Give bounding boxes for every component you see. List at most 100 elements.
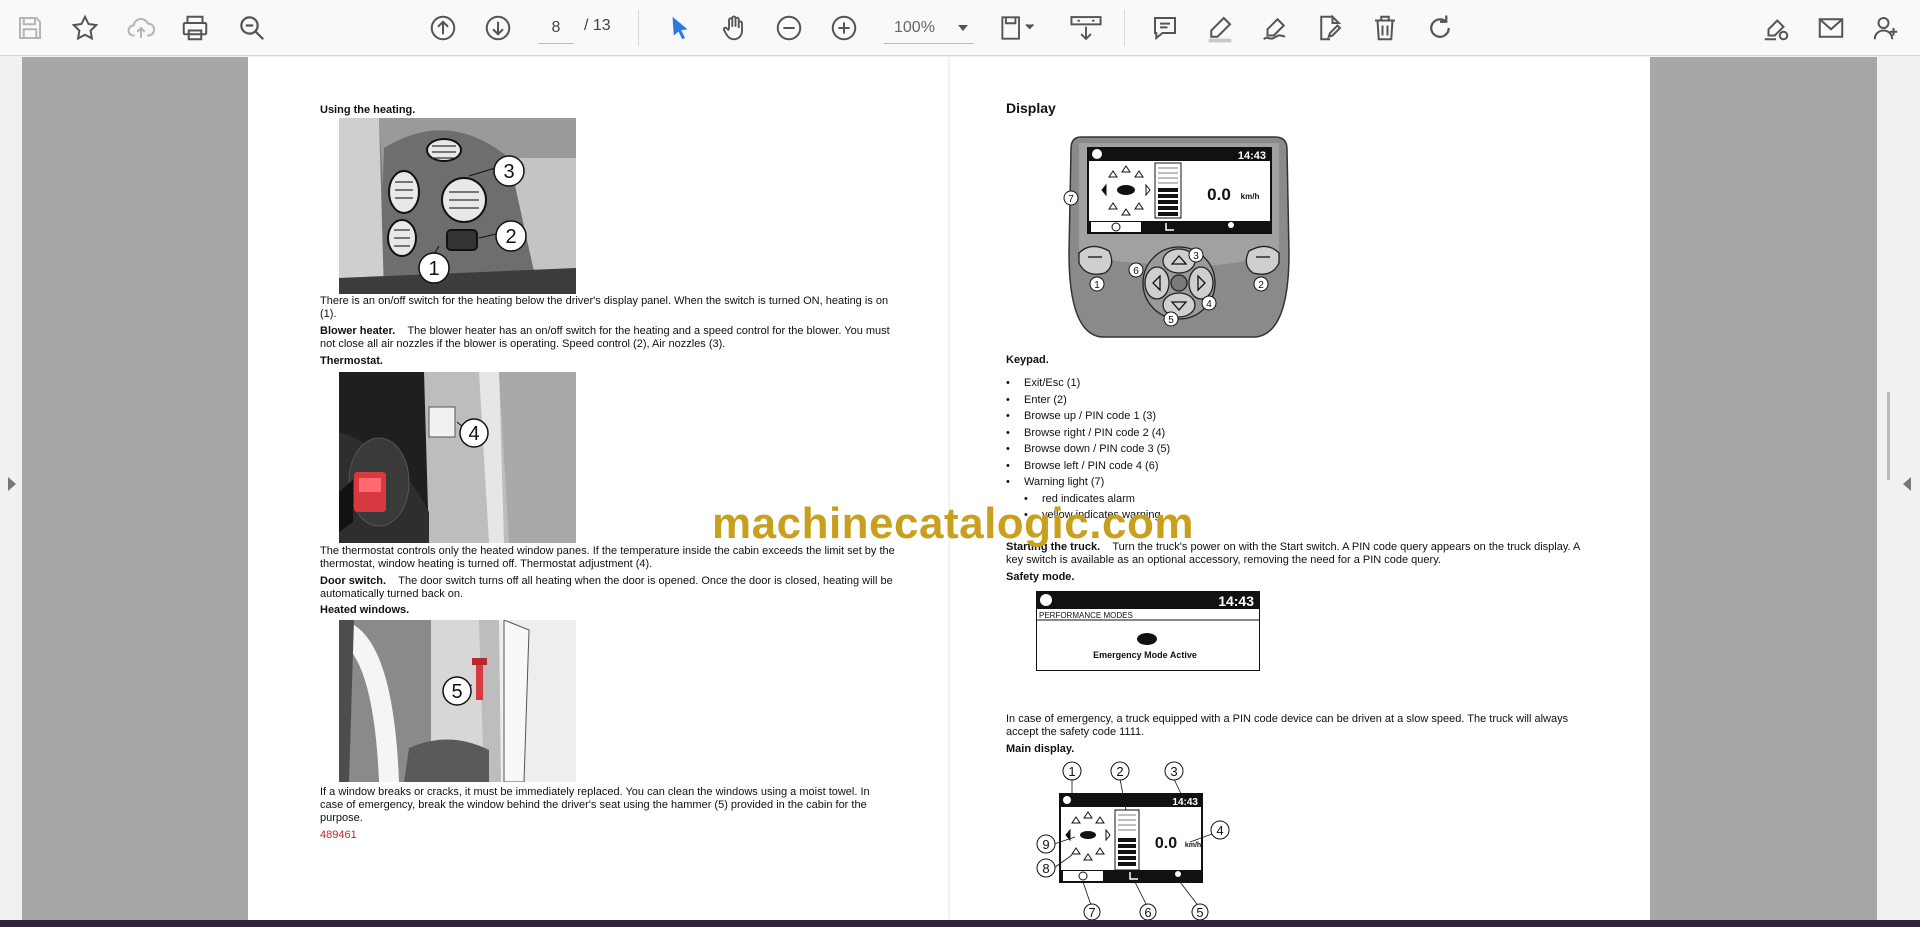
main-display-heading: Main display. bbox=[1006, 743, 1075, 755]
thermostat-heading: Thermostat. bbox=[320, 355, 383, 367]
fig3-callout-5: 5 bbox=[451, 681, 462, 703]
add-user-icon[interactable] bbox=[1866, 8, 1906, 48]
keypad-item: Browse up / PIN code 1 (3) bbox=[1006, 408, 1170, 425]
main-callout-8: 8 bbox=[1042, 861, 1049, 876]
keypad-display-time: 14:43 bbox=[1238, 150, 1266, 162]
safety-heading: Safety mode. bbox=[1006, 571, 1075, 583]
zoom-value: 100% bbox=[894, 18, 935, 36]
keypad-item: Exit/Esc (1) bbox=[1006, 375, 1170, 392]
zoom-in-icon[interactable] bbox=[824, 8, 864, 48]
keypad-callout-2: 2 bbox=[1258, 280, 1264, 291]
taskbar-strip bbox=[0, 920, 1920, 927]
email-icon[interactable] bbox=[1811, 8, 1851, 48]
windows-heading: Heated windows. bbox=[320, 604, 410, 616]
zoom-search-icon[interactable] bbox=[232, 8, 272, 48]
zoom-out-icon[interactable] bbox=[769, 8, 809, 48]
pdf-page-left: Using the heating. 3 2 1 There is an on/… bbox=[248, 57, 948, 920]
main-display-diagram: 14:43 0.0 km/h 1 2 3 4 9 8 7 6 5 bbox=[1020, 760, 1250, 920]
fig1-callout-1: 1 bbox=[428, 258, 439, 280]
door-text: The door switch turns off all heating wh… bbox=[320, 575, 893, 600]
keypad-callout-7: 7 bbox=[1068, 194, 1074, 205]
main-callout-2: 2 bbox=[1116, 764, 1123, 779]
blower-text: The blower heater has an on/off switch f… bbox=[320, 325, 890, 350]
document-number: 489461 bbox=[320, 829, 357, 841]
keypad-callout-4: 4 bbox=[1206, 299, 1212, 310]
keypad-display-unit: km/h bbox=[1241, 192, 1260, 201]
page-total: / 13 bbox=[584, 17, 611, 34]
thermostat-image: 4 bbox=[339, 372, 576, 543]
heating-vents-image: 3 2 1 bbox=[339, 118, 576, 294]
right-pane-toggle-icon[interactable] bbox=[1903, 477, 1911, 491]
left-margin bbox=[22, 57, 248, 920]
select-cursor-icon[interactable] bbox=[660, 8, 700, 48]
download-icon[interactable] bbox=[1064, 8, 1108, 48]
blower-paragraph: Blower heater. The blower heater has an … bbox=[320, 325, 895, 351]
fig2-callout-4: 4 bbox=[468, 423, 479, 445]
page-down-icon[interactable] bbox=[478, 8, 518, 48]
keypad-device-image: 14:43 0.0 km/h 7 3 6 1 2 4 5 bbox=[1061, 133, 1298, 343]
right-margin bbox=[1650, 57, 1877, 920]
toolbar: / 13 100% bbox=[0, 0, 1920, 56]
bookmark-star-icon[interactable] bbox=[65, 8, 105, 48]
main-callout-5: 5 bbox=[1196, 905, 1203, 920]
main-callout-1: 1 bbox=[1068, 764, 1075, 779]
fig1-callout-2: 2 bbox=[505, 226, 516, 248]
door-paragraph: Door switch. The door switch turns off a… bbox=[320, 575, 895, 601]
keypad-item: Warning light (7) bbox=[1006, 474, 1170, 491]
heating-heading: Using the heating. bbox=[320, 104, 416, 116]
safety-modes-label: PERFORMANCE MODES bbox=[1039, 611, 1133, 620]
main-callout-9: 9 bbox=[1042, 837, 1049, 852]
keypad-callout-3: 3 bbox=[1193, 251, 1199, 262]
divider bbox=[638, 10, 639, 46]
safety-time: 14:43 bbox=[1218, 593, 1254, 609]
window-hammer-image: 5 bbox=[339, 620, 576, 782]
main-display-speed: 0.0 bbox=[1155, 835, 1177, 852]
document-viewer[interactable]: Using the heating. 3 2 1 There is an on/… bbox=[0, 57, 1920, 920]
keypad-item: Browse left / PIN code 4 (6) bbox=[1006, 458, 1170, 475]
left-pane-toggle-icon[interactable] bbox=[8, 477, 16, 491]
save-icon[interactable] bbox=[10, 8, 50, 48]
zoom-select[interactable]: 100% bbox=[884, 12, 974, 44]
page-number-input[interactable] bbox=[538, 12, 574, 44]
scrollbar-thumb[interactable] bbox=[1887, 392, 1890, 480]
main-callout-3: 3 bbox=[1170, 764, 1177, 779]
divider bbox=[1124, 10, 1125, 46]
highlight-pen-icon[interactable] bbox=[1200, 8, 1240, 48]
keypad-item: Browse right / PIN code 2 (4) bbox=[1006, 425, 1170, 442]
display-heading: Display bbox=[1006, 100, 1056, 116]
page-up-icon[interactable] bbox=[423, 8, 463, 48]
safety-message: Emergency Mode Active bbox=[1093, 650, 1197, 660]
pdf-page-right: Display 14:43 0.0 km/h 7 3 6 1 2 4 5 Key… bbox=[950, 57, 1650, 920]
main-display-unit: km/h bbox=[1185, 842, 1201, 849]
hand-pan-icon[interactable] bbox=[714, 8, 754, 48]
windows-paragraph: If a window breaks or cracks, it must be… bbox=[320, 786, 870, 824]
door-label: Door switch. bbox=[320, 575, 387, 587]
chevron-down-icon bbox=[958, 24, 968, 31]
watermark: machinecatalogic.com bbox=[712, 499, 1194, 548]
keypad-display-speed: 0.0 bbox=[1207, 185, 1231, 204]
keypad-callout-5: 5 bbox=[1168, 315, 1174, 326]
comment-icon[interactable] bbox=[1145, 8, 1185, 48]
emergency-paragraph: In case of emergency, a truck equipped w… bbox=[1006, 713, 1569, 738]
fill-sign-icon[interactable] bbox=[1756, 8, 1796, 48]
heating-paragraph: There is an on/off switch for the heatin… bbox=[320, 295, 889, 320]
print-icon[interactable] bbox=[175, 8, 215, 48]
upload-cloud-icon[interactable] bbox=[121, 8, 161, 48]
keypad-heading: Keypad. bbox=[1006, 354, 1049, 366]
blower-label: Blower heater. bbox=[320, 325, 396, 337]
safety-mode-screen: 14:43 PERFORMANCE MODES Emergency Mode A… bbox=[1036, 591, 1260, 671]
keypad-callout-6: 6 bbox=[1133, 266, 1139, 277]
edit-document-icon[interactable] bbox=[1310, 8, 1350, 48]
delete-icon[interactable] bbox=[1365, 8, 1405, 48]
keypad-item: Enter (2) bbox=[1006, 392, 1170, 409]
sign-icon[interactable] bbox=[1255, 8, 1295, 48]
fig1-callout-3: 3 bbox=[503, 161, 514, 183]
main-callout-4: 4 bbox=[1216, 823, 1223, 838]
main-callout-7: 7 bbox=[1088, 905, 1095, 920]
rotate-icon[interactable] bbox=[1420, 8, 1460, 48]
main-callout-6: 6 bbox=[1144, 905, 1151, 920]
keypad-item: Browse down / PIN code 3 (5) bbox=[1006, 441, 1170, 458]
keypad-callout-1: 1 bbox=[1094, 280, 1100, 291]
main-display-time: 14:43 bbox=[1172, 797, 1198, 808]
page-layout-icon[interactable] bbox=[993, 8, 1045, 48]
